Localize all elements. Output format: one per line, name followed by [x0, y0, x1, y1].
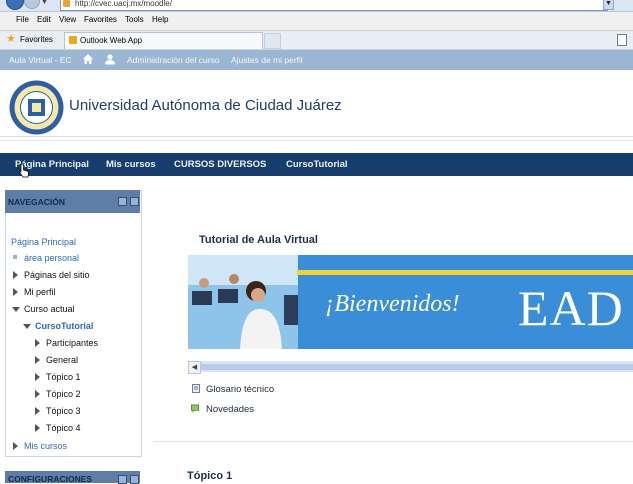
nav-personal-area-link[interactable]: área personal: [24, 253, 79, 263]
menu-file[interactable]: File: [16, 15, 29, 24]
banner-stripe: [297, 270, 633, 275]
nav-my-profile[interactable]: Mi perfil: [24, 287, 56, 297]
menu-help[interactable]: Help: [152, 15, 168, 24]
hide-block-icon[interactable]: [130, 197, 139, 206]
header-divider: [0, 140, 633, 141]
menu-favorites[interactable]: Favorites: [84, 15, 117, 24]
topic-section-title: Tópico 1: [187, 470, 233, 482]
university-title[interactable]: Universidad Autónoma de Ciudad Juárez: [69, 97, 342, 114]
glossary-icon: [192, 384, 200, 393]
home-icon[interactable]: [82, 53, 94, 65]
menu-cursos-diversos[interactable]: CURSOS DIVERSOS: [174, 159, 266, 170]
nav-topic[interactable]: Tópico 2: [46, 389, 81, 399]
expand-arrow-icon[interactable]: [13, 271, 18, 279]
expand-arrow-icon[interactable]: [35, 390, 40, 398]
expand-arrow-icon[interactable]: [13, 288, 18, 296]
url-text[interactable]: http://cvec.uacj.mx/moodle/: [75, 0, 172, 8]
forum-icon: [191, 404, 199, 413]
course-admin-link[interactable]: Administración del curso: [127, 55, 220, 65]
new-tab-button[interactable]: [264, 33, 281, 49]
banner-brand-text: EAD: [518, 280, 624, 336]
menu-curso-tutorial[interactable]: CursoTutorial: [286, 159, 348, 170]
nav-course-link[interactable]: CursoTutorial: [35, 321, 93, 331]
nav-topic[interactable]: Tópico 3: [46, 406, 81, 416]
moodle-topbar: [0, 50, 633, 70]
university-logo[interactable]: [8, 79, 65, 136]
students-photo: [188, 255, 298, 349]
dock-block-icon[interactable]: [118, 197, 127, 206]
url-dropdown-icon[interactable]: ▼: [603, 0, 614, 10]
site-name-link[interactable]: Aula Virtual - EC: [9, 55, 72, 65]
nav-participants[interactable]: Participantes: [46, 338, 98, 348]
mouse-pointer-icon: [19, 164, 29, 178]
nav-general[interactable]: General: [46, 355, 78, 365]
header-divider: [0, 136, 633, 137]
config-block-title: CONFIGURACIONES: [8, 474, 93, 484]
bullet-icon: [13, 255, 17, 259]
expand-arrow-icon[interactable]: [35, 407, 40, 415]
nav-topic[interactable]: Tópico 1: [46, 372, 81, 382]
collapse-arrow-icon[interactable]: [23, 324, 31, 329]
menu-tools[interactable]: Tools: [125, 15, 144, 24]
glossary-link[interactable]: Glosario técnico: [206, 384, 274, 395]
nav-my-courses[interactable]: Mis cursos: [24, 441, 67, 451]
menu-view[interactable]: View: [59, 15, 76, 24]
collapse-arrow-icon[interactable]: [12, 307, 20, 312]
expand-arrow-icon[interactable]: [35, 339, 40, 347]
menu-edit[interactable]: Edit: [37, 15, 51, 24]
profile-settings-link[interactable]: Ajustes de mi perfil: [231, 55, 303, 65]
menu-my-courses[interactable]: Mis cursos: [106, 159, 156, 170]
expand-arrow-icon[interactable]: [35, 373, 40, 381]
page-menu-icon[interactable]: [617, 34, 627, 46]
outlook-tab-icon: [69, 36, 77, 44]
favorites-star-icon[interactable]: ★: [6, 34, 16, 45]
news-forum-link[interactable]: Novedades: [206, 404, 254, 415]
section-divider: [153, 441, 633, 442]
scrollbar-thumb[interactable]: [200, 364, 633, 370]
site-favicon-icon: [63, 0, 70, 7]
nav-current-course[interactable]: Curso actual: [24, 304, 75, 314]
nav-topic[interactable]: Tópico 4: [46, 423, 81, 433]
history-dropdown-icon[interactable]: ▼: [41, 0, 49, 7]
nav-site-pages[interactable]: Páginas del sitio: [24, 270, 90, 280]
nav-home-link[interactable]: Página Principal: [11, 237, 76, 247]
expand-arrow-icon[interactable]: [35, 356, 40, 364]
favorites-button-label[interactable]: Favorites: [20, 35, 53, 44]
expand-arrow-icon[interactable]: [13, 442, 18, 450]
user-icon[interactable]: [104, 53, 116, 65]
course-section-title: Tutorial de Aula Virtual: [199, 234, 318, 246]
expand-arrow-icon[interactable]: [35, 424, 40, 432]
navigation-block-title: NAVEGACIÓN: [8, 197, 65, 207]
banner-welcome-text: ¡Bienvenidos!: [325, 291, 460, 317]
tab-title[interactable]: Outlook Web App: [80, 36, 142, 45]
